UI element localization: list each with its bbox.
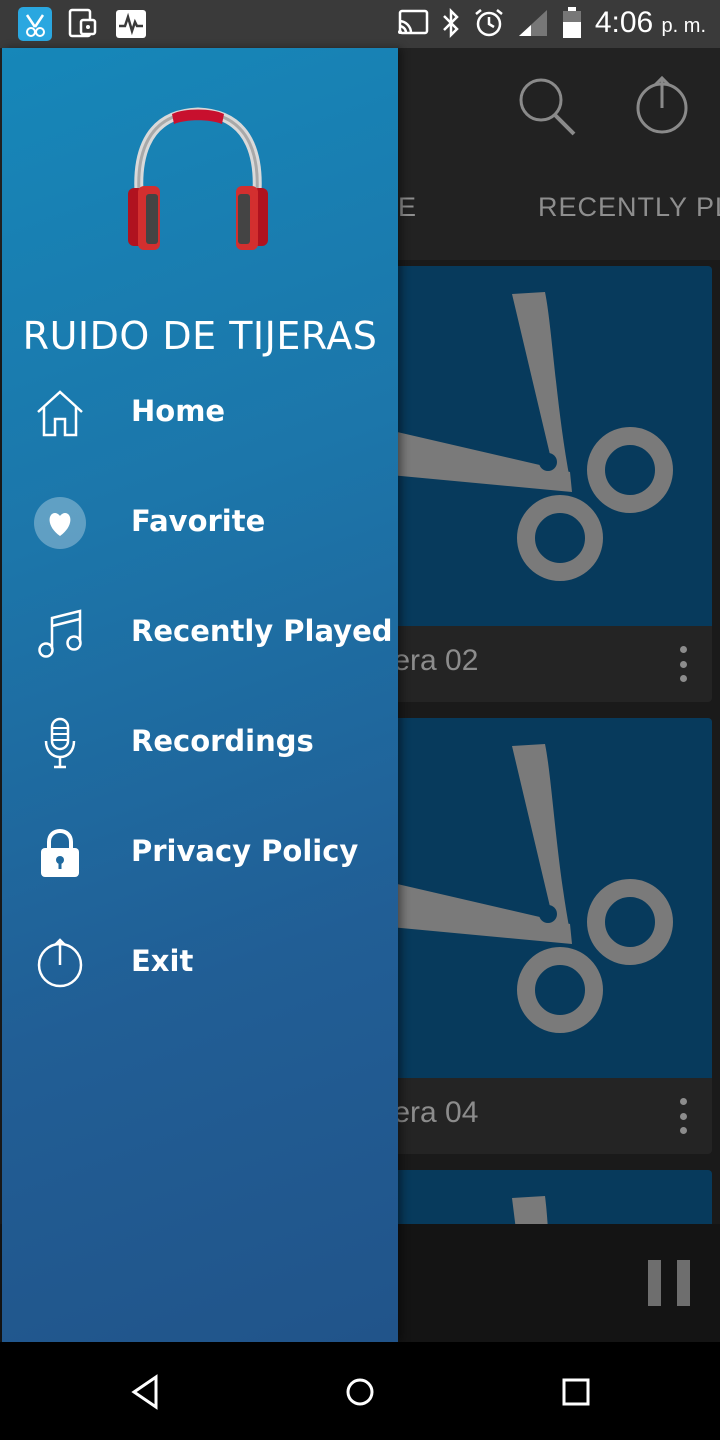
battery-icon — [562, 7, 581, 38]
bluetooth-icon — [442, 7, 459, 39]
search-icon[interactable] — [514, 74, 578, 138]
clock: 4:06 p. m. — [594, 6, 706, 39]
lock-icon — [34, 827, 86, 879]
menu-item-favorite[interactable]: Favorite — [2, 468, 398, 578]
tab-recently-played[interactable]: RECENTLY PL — [538, 192, 720, 223]
menu-label: Recently Played — [131, 614, 393, 648]
sound-card[interactable]: ijera 02 — [380, 266, 712, 702]
headphones-logo — [128, 107, 268, 250]
menu-label: Favorite — [131, 504, 266, 538]
power-icon[interactable] — [630, 74, 694, 138]
alarm-icon — [475, 9, 503, 37]
signal-icon — [518, 10, 547, 36]
device-manager-icon — [66, 7, 100, 41]
home-icon — [34, 387, 86, 439]
cast-icon — [397, 9, 429, 35]
menu-item-privacy-policy[interactable]: Privacy Policy — [2, 798, 398, 908]
power-icon — [34, 937, 86, 989]
menu-label: Privacy Policy — [131, 834, 359, 868]
navigation-drawer: RUIDO DE TIJERAS Home Favorite Recently … — [2, 48, 398, 1342]
card-thumbnail — [380, 718, 712, 1078]
menu-item-exit[interactable]: Exit — [2, 908, 398, 1018]
more-options-icon[interactable] — [678, 646, 688, 682]
menu-label: Exit — [131, 944, 194, 978]
menu-label: Home — [131, 394, 226, 428]
microphone-icon — [34, 717, 86, 769]
menu-item-recordings[interactable]: Recordings — [2, 688, 398, 798]
app-notification-icon — [18, 7, 52, 41]
menu-item-recently-played[interactable]: Recently Played — [2, 578, 398, 688]
app-title: RUIDO DE TIJERAS — [22, 314, 378, 358]
scissors-icon — [512, 1196, 548, 1230]
sound-card[interactable]: ijera 04 — [380, 718, 712, 1154]
tab-home[interactable]: E — [398, 192, 417, 223]
scissors-icon — [380, 292, 673, 581]
activity-icon — [114, 7, 148, 41]
heart-icon — [34, 497, 86, 549]
system-navigation-bar — [0, 1342, 720, 1440]
scissors-icon — [380, 744, 673, 1033]
music-note-icon — [34, 607, 86, 659]
sound-card[interactable] — [380, 1170, 712, 1230]
status-bar: 4:06 p. m. — [0, 0, 720, 48]
card-thumbnail — [380, 1170, 712, 1230]
back-icon[interactable] — [126, 1372, 166, 1412]
recents-icon[interactable] — [556, 1372, 596, 1412]
pause-button[interactable] — [648, 1260, 690, 1306]
menu-label: Recordings — [131, 724, 314, 758]
more-options-icon[interactable] — [678, 1098, 688, 1134]
card-thumbnail — [380, 266, 712, 626]
home-nav-icon[interactable] — [340, 1372, 380, 1412]
menu-item-home[interactable]: Home — [2, 358, 398, 468]
